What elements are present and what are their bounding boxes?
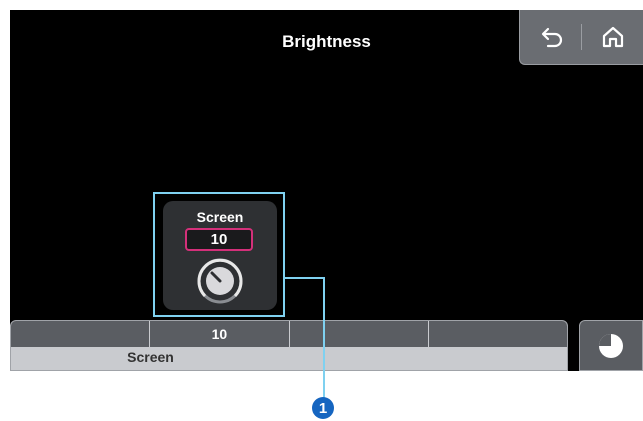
callout-number-badge: 1: [312, 397, 334, 419]
callout-leader-line: [285, 277, 325, 398]
